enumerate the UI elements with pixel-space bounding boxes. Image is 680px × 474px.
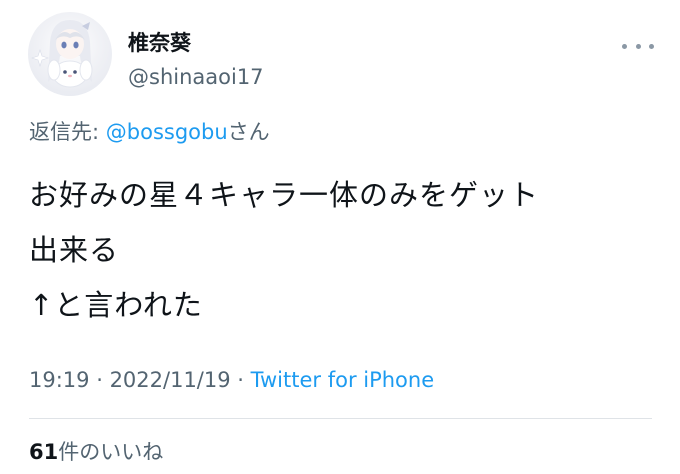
reply-prefix: 返信先: bbox=[29, 120, 106, 144]
display-name[interactable]: 椎奈葵 bbox=[128, 30, 191, 56]
likes-stat[interactable]: 61件のいいね bbox=[29, 438, 163, 466]
tweet-time[interactable]: 19:19 bbox=[29, 368, 90, 392]
avatar-image bbox=[31, 20, 93, 88]
tweet-date[interactable]: 2022/11/19 bbox=[110, 368, 231, 392]
tweet-source-link[interactable]: Twitter for iPhone bbox=[251, 368, 435, 392]
more-horizontal-icon bbox=[622, 43, 627, 49]
reply-suffix: さん bbox=[227, 120, 270, 144]
meta-separator: · bbox=[230, 368, 251, 392]
user-handle[interactable]: @shinaaoi17 bbox=[128, 64, 264, 90]
reply-context: 返信先: @bossgobuさん bbox=[29, 118, 270, 146]
reply-mention-link[interactable]: @bossgobu bbox=[106, 120, 228, 144]
avatar[interactable] bbox=[28, 12, 112, 96]
likes-label: 件のいいね bbox=[58, 440, 164, 464]
more-horizontal-icon-dot bbox=[649, 43, 654, 49]
more-horizontal-icon-dot bbox=[635, 43, 641, 49]
likes-count: 61 bbox=[29, 440, 59, 464]
tweet-text: お好みの星４キャラ一体のみをゲット 出来る ↑と言われた bbox=[29, 178, 540, 322]
meta-separator: · bbox=[89, 368, 110, 392]
divider bbox=[29, 418, 652, 419]
tweet-metadata: 19:19 · 2022/11/19 · Twitter for iPhone bbox=[29, 366, 434, 394]
tweet-card: 椎奈葵 @shinaaoi17 返信先: @bossgobuさん お好みの星４キ… bbox=[0, 0, 680, 474]
more-options-button[interactable] bbox=[618, 36, 658, 56]
